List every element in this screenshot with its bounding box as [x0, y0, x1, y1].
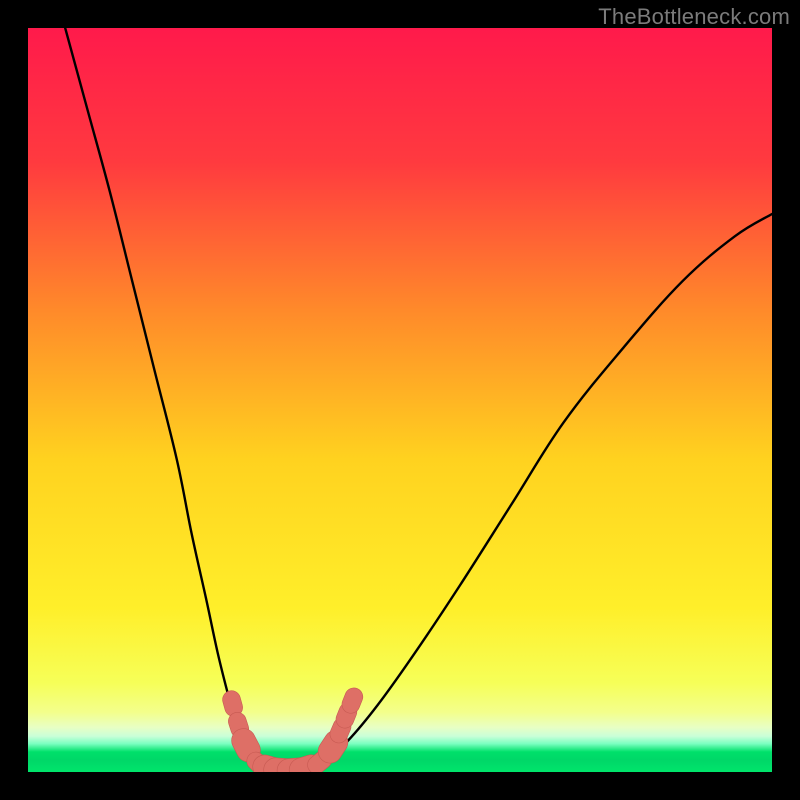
bottleneck-curve: [65, 28, 772, 772]
chart-svg: [28, 28, 772, 772]
chart-frame: TheBottleneck.com: [0, 0, 800, 800]
plot-area: [28, 28, 772, 772]
attribution-label: TheBottleneck.com: [598, 4, 790, 30]
